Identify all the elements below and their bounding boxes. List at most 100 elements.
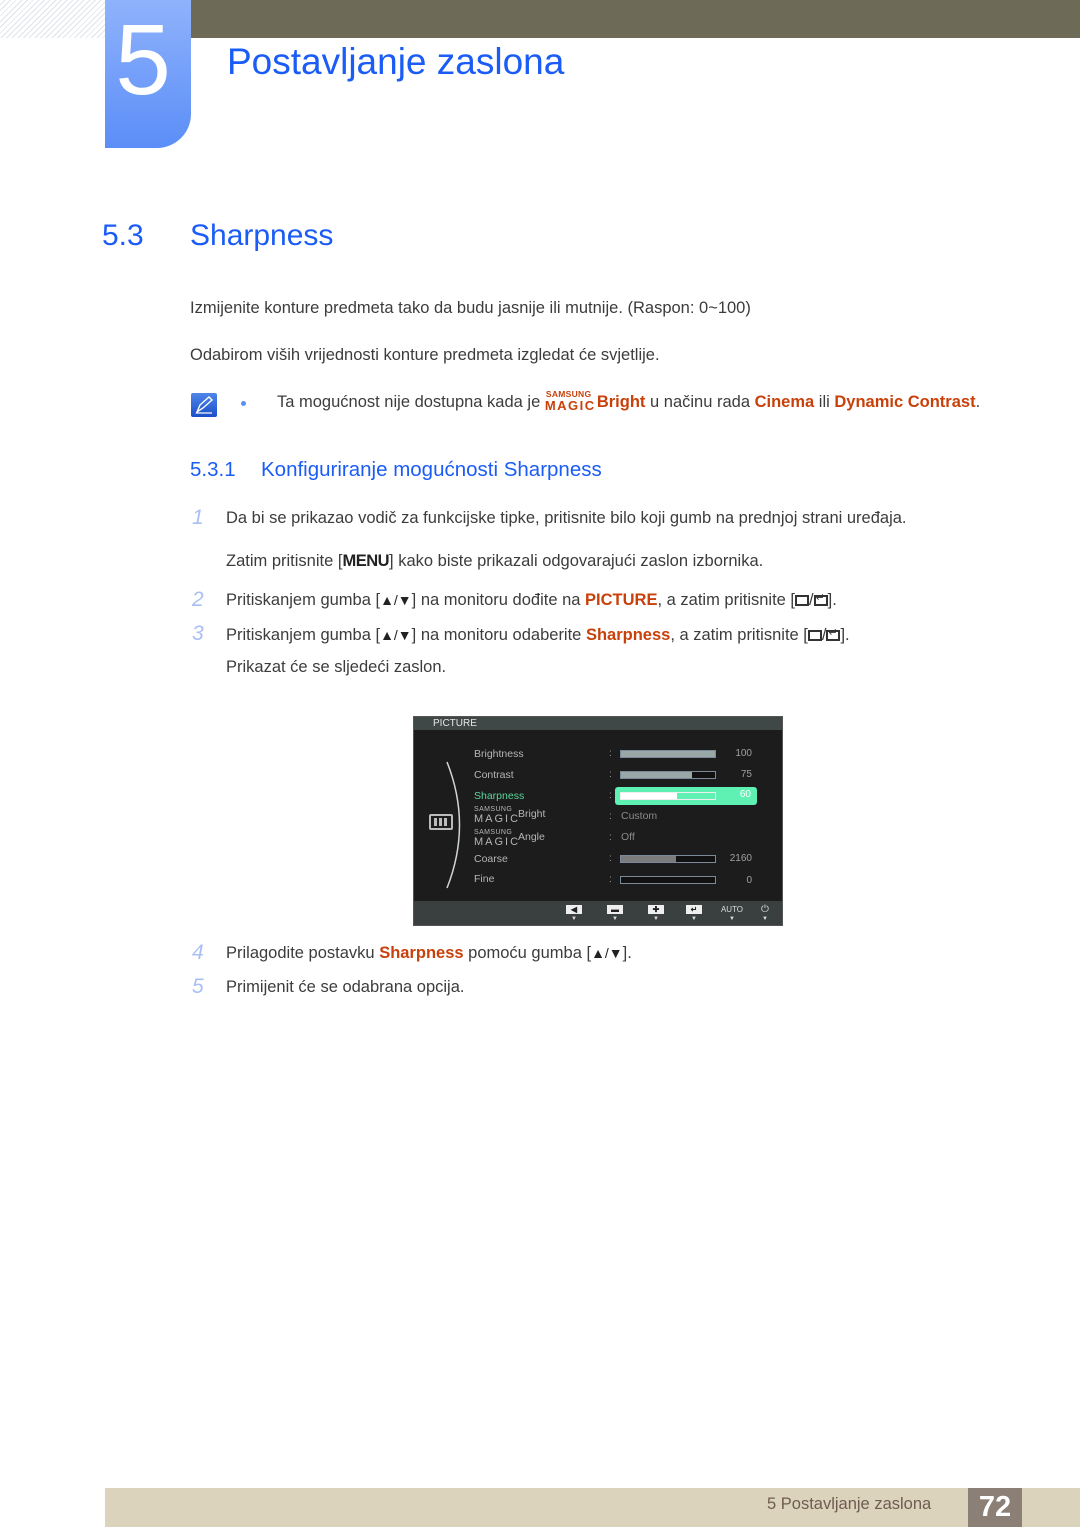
note-middle: u načinu rada (645, 393, 755, 411)
osd-left-arrow-icon: ◀ (566, 905, 582, 914)
osd-contrast-bar (620, 771, 716, 779)
osd-magic-angle-value: Off (621, 831, 635, 843)
text: , a zatim pritisnite [ (657, 591, 796, 609)
osd-sharpness-bar (620, 792, 716, 800)
osd-colon: : (609, 832, 612, 843)
osd-magic-bright-value: Custom (621, 810, 658, 822)
osd-item-brightness: Brightness (474, 748, 524, 760)
text: ]. (622, 944, 632, 962)
magic-word: Angle (518, 831, 545, 843)
osd-colon: : (609, 790, 612, 801)
osd-colon: : (609, 874, 612, 885)
osd-colon: : (609, 811, 612, 822)
highlight-sharpness: Sharpness (379, 944, 464, 962)
enter-icon (826, 626, 841, 641)
osd-down-arrow-icon: ▼ (612, 916, 618, 922)
osd-fine-value: 0 (746, 875, 752, 886)
menu-key: MENU (342, 552, 390, 570)
subsection-title: Konfiguriranje mogućnosti Sharpness (261, 458, 602, 481)
section-paragraph: Izmijenite konture predmeta tako da budu… (190, 299, 751, 317)
step-number: 2 (192, 588, 204, 611)
chapter-title: Postavljanje zaslona (227, 41, 565, 82)
step-number: 4 (192, 941, 204, 964)
source-icon (807, 630, 822, 641)
text: ] kako biste prikazali odgovarajući zasl… (389, 552, 764, 570)
subsection-number: 5.3.1 (190, 458, 236, 481)
section-paragraph: Odabirom viših vrijednosti konture predm… (190, 346, 660, 364)
osd-header-label: PICTURE (433, 718, 477, 729)
footer-chapter-label: 5 Postavljanje zaslona (767, 1495, 932, 1513)
magic-small: SAMSUNG (474, 806, 513, 813)
text: , a zatim pritisnite [ (670, 626, 808, 644)
text: ] na monitoru odaberite (411, 626, 586, 644)
step-continuation: Prikazat će se sljedeći zaslon. (226, 658, 447, 676)
osd-power-icon: ⏻ (761, 904, 769, 915)
page-number: 72 (978, 1491, 1012, 1523)
up-down-arrows-icon: ▲/▼ (380, 592, 412, 608)
note-bullet (241, 401, 246, 406)
osd-minus-icon: ▬ (607, 905, 623, 914)
osd-item-fine: Fine (474, 873, 495, 885)
highlight-picture: PICTURE (585, 591, 658, 609)
up-down-arrows-icon: ▲/▼ (591, 945, 623, 961)
step-number: 5 (192, 975, 204, 998)
source-icon (795, 595, 810, 606)
highlight-sharpness: Sharpness (585, 626, 671, 644)
text: ]. (827, 591, 837, 609)
step-number: 1 (192, 506, 204, 529)
osd-colon: : (609, 853, 612, 864)
section-number: 5.3 (102, 219, 144, 252)
magic-big: MAGIC (544, 398, 596, 413)
step-text: Pritiskanjem gumba [▲/▼] na monitoru oda… (226, 626, 850, 645)
osd-item-contrast: Contrast (474, 769, 514, 781)
text: ] na monitoru dođite na (411, 591, 586, 609)
page-footer (105, 1488, 1080, 1527)
osd-fine-bar (620, 876, 716, 884)
osd-plus-icon: ✚ (648, 905, 664, 914)
note-pencil-icon (191, 393, 217, 417)
osd-down-arrow-icon: ▼ (762, 916, 768, 922)
note-suffix: . (975, 393, 981, 411)
magic-big: MAGIC (474, 813, 521, 825)
step-text: Prilagodite postavku Sharpness pomoću gu… (226, 944, 632, 963)
magic-small: SAMSUNG (474, 829, 513, 836)
osd-sharpness-selected-row: 60 (615, 787, 757, 805)
chapter-number: 5 (115, 4, 171, 116)
magic-big: MAGIC (474, 836, 521, 848)
note-prefix: Ta mogućnost nije dostupna kada je (277, 393, 545, 411)
section-title: Sharpness (190, 219, 334, 252)
osd-coarse-bar (620, 855, 716, 863)
header-hatch-decoration (0, 0, 105, 38)
text: pomoću gumba [ (463, 944, 592, 962)
enter-icon (813, 591, 828, 606)
osd-footer: ◀ ▬ ✚ ↵ AUTO ⏻ ▼ ▼ ▼ ▼ ▼ ▼ (414, 901, 782, 925)
step-number: 3 (192, 622, 204, 645)
magic-word: Bright (518, 808, 546, 820)
osd-colon: : (609, 748, 612, 759)
note-mode-dynamic-contrast: Dynamic Contrast (834, 393, 976, 411)
osd-colon: : (609, 769, 612, 780)
up-down-arrows-icon: ▲/▼ (380, 627, 412, 643)
osd-item-sharpness: Sharpness (474, 790, 525, 802)
text: Prilagodite postavku (226, 944, 380, 962)
note-text: Ta mogućnost nije dostupna kada je SAMSU… (277, 389, 981, 413)
osd-item-coarse: Coarse (474, 853, 508, 865)
samsung-magic-logo: SAMSUNG MAGIC (544, 389, 597, 413)
osd-coarse-value: 2160 (729, 853, 752, 864)
osd-brightness-bar (620, 750, 716, 758)
step-text: Da bi se prikazao vodič za funkcijske ti… (226, 509, 907, 527)
osd-contrast-value: 75 (740, 769, 752, 780)
text: Pritiskanjem gumba [ (226, 626, 381, 644)
osd-sharpness-value: 60 (739, 789, 751, 800)
osd-down-arrow-icon: ▼ (691, 916, 697, 922)
header-bar (190, 0, 1080, 38)
osd-picture-category-icon (429, 814, 453, 830)
text: ]. (840, 626, 850, 644)
osd-brightness-value: 100 (735, 748, 752, 759)
step-text: Primijenit će se odabrana opcija. (226, 978, 465, 996)
note-mode-cinema: Cinema (754, 393, 815, 411)
osd-down-arrow-icon: ▼ (729, 916, 735, 922)
page-number-box: 72 (968, 1488, 1022, 1527)
text: Pritiskanjem gumba [ (226, 591, 381, 609)
osd-enter-icon: ↵ (686, 905, 702, 914)
